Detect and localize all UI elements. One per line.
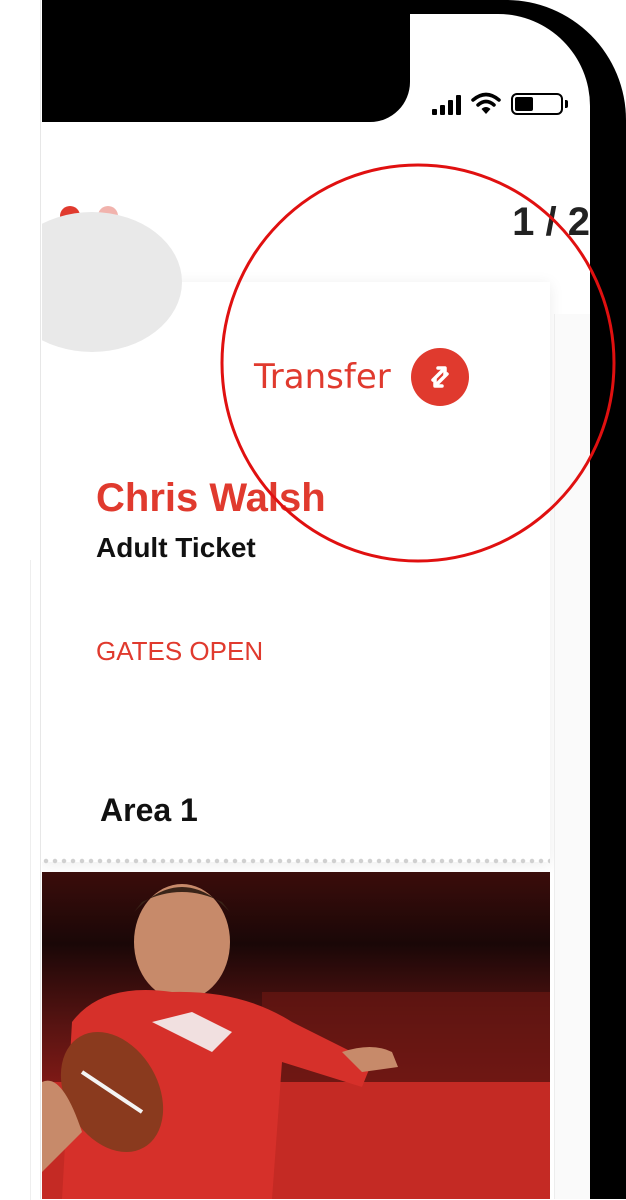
- annotation-circle: [220, 163, 616, 563]
- annotation-overlay: [220, 163, 616, 563]
